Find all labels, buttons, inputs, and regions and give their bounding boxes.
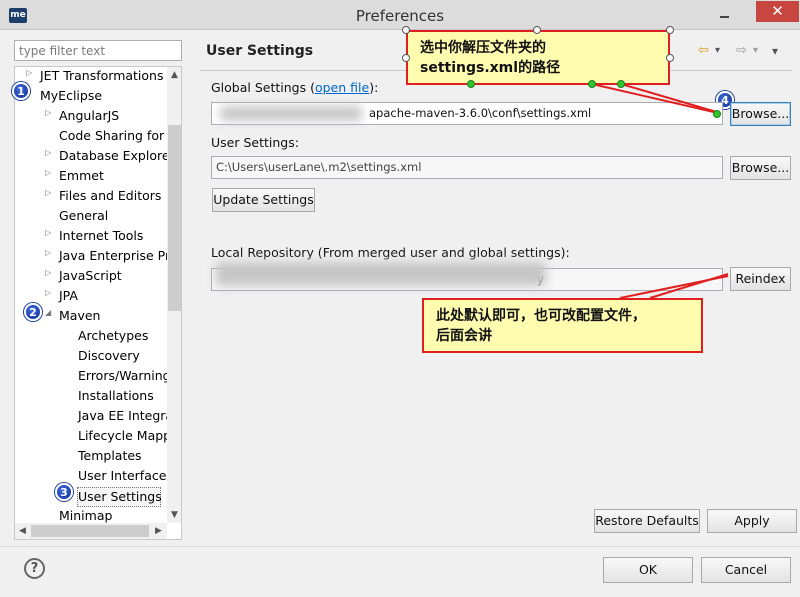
tree-item-installations[interactable]: Installations	[78, 387, 154, 405]
expand-icon[interactable]: ▷	[45, 228, 53, 246]
step-badge-2: 2	[24, 303, 42, 321]
footer-divider	[0, 546, 800, 547]
expand-icon[interactable]: ▷	[45, 108, 53, 126]
anchor-handle[interactable]	[588, 80, 596, 88]
collapse-icon[interactable]: ◢	[45, 308, 53, 326]
resize-handle[interactable]	[533, 26, 541, 34]
tree-item-database-explorer[interactable]: Database Explorer	[59, 147, 175, 165]
tree-item-emmet[interactable]: Emmet	[59, 167, 104, 185]
view-menu-icon[interactable]: ▾	[772, 44, 778, 58]
window-title: Preferences	[355, 7, 445, 25]
resize-handle[interactable]	[666, 54, 674, 62]
redacted-repository-path	[216, 262, 546, 286]
tree-item-user-interface[interactable]: User Interface	[78, 467, 166, 485]
step-badge-3: 3	[55, 483, 73, 501]
callout-line: settings.xml的路径	[420, 60, 561, 76]
cancel-button[interactable]: Cancel	[701, 557, 791, 583]
tree-horizontal-scroll-thumb[interactable]	[31, 525, 149, 537]
minimize-button[interactable]	[712, 4, 738, 24]
back-arrow-icon[interactable]: ⇦	[698, 43, 709, 58]
callout-line: 后面会讲	[436, 328, 492, 344]
tree-item-javascript[interactable]: JavaScript	[59, 267, 122, 285]
tree-vertical-scroll-thumb[interactable]	[168, 125, 181, 311]
anchor-handle[interactable]	[467, 80, 475, 88]
tree-item-myeclipse[interactable]: MyEclipse	[40, 87, 102, 105]
close-window-button[interactable]: ✕	[756, 1, 799, 22]
tree-item-archetypes[interactable]: Archetypes	[78, 327, 148, 345]
tree-item-lifecycle-mappings[interactable]: Lifecycle Mapp	[78, 427, 171, 445]
reindex-button[interactable]: Reindex	[730, 267, 791, 291]
global-settings-label-end: ):	[369, 80, 379, 95]
user-browse-button[interactable]: Browse...	[730, 156, 791, 180]
local-repository-label: Local Repository (From merged user and g…	[211, 245, 570, 260]
tree-item-java-ee-integration[interactable]: Java EE Integra	[78, 407, 173, 425]
user-settings-label: User Settings:	[211, 135, 299, 150]
anchor-handle[interactable]	[617, 80, 625, 88]
callout-line: 选中你解压文件夹的	[420, 40, 546, 56]
callout-global-settings: 选中你解压文件夹的 settings.xml的路径	[406, 30, 670, 85]
tree-item-java-enterprise[interactable]: Java Enterprise Pr	[59, 247, 170, 265]
tree-item-templates[interactable]: Templates	[78, 447, 142, 465]
forward-arrow-icon[interactable]: ⇨	[736, 43, 747, 58]
scroll-left-icon[interactable]: ◀	[15, 523, 30, 539]
expand-icon[interactable]: ▷	[45, 168, 53, 186]
user-settings-field[interactable]: C:\Users\userLane\.m2\settings.xml	[211, 156, 723, 179]
redacted-path	[220, 106, 362, 121]
resize-handle[interactable]	[402, 26, 410, 34]
open-file-link[interactable]: open file	[315, 80, 369, 95]
expand-icon[interactable]: ▷	[45, 268, 53, 286]
apply-button[interactable]: Apply	[707, 509, 797, 533]
expand-icon[interactable]: ▷	[45, 288, 53, 306]
global-settings-label-text: Global Settings (	[211, 80, 315, 95]
ok-button[interactable]: OK	[603, 557, 693, 583]
help-icon[interactable]: ?	[24, 558, 45, 579]
resize-handle[interactable]	[402, 54, 410, 62]
scroll-down-icon[interactable]: ▼	[167, 507, 181, 523]
step-badge-1: 1	[12, 82, 30, 100]
tree-item-files-and-editors[interactable]: Files and Editors	[59, 187, 161, 205]
forward-menu-icon[interactable]: ▾	[753, 45, 758, 56]
tree-item-internet-tools[interactable]: Internet Tools	[59, 227, 143, 245]
global-browse-button[interactable]: Browse...	[730, 102, 791, 126]
tree-item-jet-transformations[interactable]: JET Transformations	[40, 67, 164, 85]
global-settings-label: Global Settings (open file):	[211, 80, 378, 95]
preferences-tree[interactable]: ▷ JET Transformations MyEclipse ▷ Angula…	[14, 66, 182, 540]
update-settings-button[interactable]: Update Settings	[212, 188, 315, 212]
callout-line: 此处默认即可，也可改配置文件，	[436, 308, 646, 324]
back-menu-icon[interactable]: ▾	[715, 45, 720, 56]
tree-item-discovery[interactable]: Discovery	[78, 347, 140, 365]
restore-defaults-button[interactable]: Restore Defaults	[594, 509, 700, 533]
expand-icon[interactable]: ▷	[26, 68, 34, 86]
tree-item-user-settings[interactable]: User Settings	[78, 488, 162, 506]
tree-item-maven[interactable]: Maven	[59, 307, 100, 325]
expand-icon[interactable]: ▷	[45, 148, 53, 166]
resize-handle[interactable]	[666, 26, 674, 34]
expand-icon[interactable]: ▷	[45, 188, 53, 206]
page-navigation: ⇦ ▾ ⇨ ▾ ▾	[698, 43, 790, 61]
tree-item-general[interactable]: General	[59, 207, 108, 225]
title-bar: me Preferences ✕	[0, 0, 800, 30]
expand-icon[interactable]: ▷	[45, 248, 53, 266]
filter-input[interactable]	[14, 40, 182, 61]
scroll-right-icon[interactable]: ▶	[151, 523, 166, 539]
tree-item-code-sharing[interactable]: Code Sharing for S	[59, 127, 176, 145]
scroll-up-icon[interactable]: ▲	[167, 67, 181, 83]
tree-item-angularjs[interactable]: AngularJS	[59, 107, 119, 125]
callout-local-repository: 此处默认即可，也可改配置文件， 后面会讲	[422, 298, 703, 353]
tree-item-jpa[interactable]: JPA	[59, 287, 78, 305]
anchor-handle[interactable]	[713, 110, 721, 118]
tree-item-errors-warnings[interactable]: Errors/Warning	[78, 367, 171, 385]
page-title: User Settings	[206, 43, 314, 59]
